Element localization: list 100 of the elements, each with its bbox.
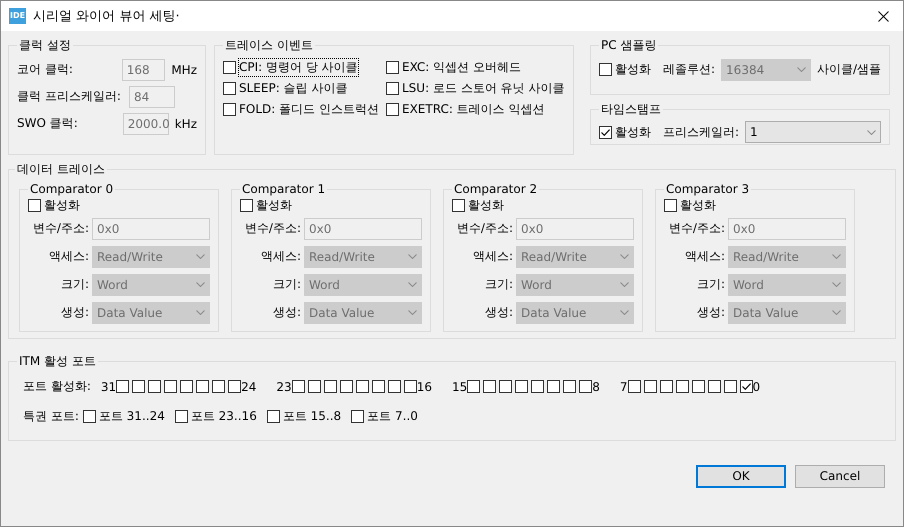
checkbox[interactable] bbox=[628, 380, 641, 393]
checkbox[interactable] bbox=[180, 380, 194, 393]
checkbox[interactable] bbox=[724, 380, 737, 393]
chevron-down-icon bbox=[408, 254, 417, 259]
checkbox[interactable] bbox=[228, 380, 242, 393]
checkbox[interactable] bbox=[351, 410, 364, 423]
group-title: PC 샘플링 bbox=[600, 37, 658, 54]
checkbox[interactable] bbox=[308, 380, 321, 393]
checkbox[interactable] bbox=[340, 380, 353, 393]
checkbox[interactable] bbox=[164, 380, 178, 393]
checkbox[interactable] bbox=[664, 198, 677, 212]
chevron-down-icon bbox=[620, 282, 629, 287]
chevron-down-icon bbox=[832, 282, 841, 287]
checkbox-label: EXC: 익셉션 오버헤드 bbox=[402, 58, 521, 76]
checkbox[interactable] bbox=[324, 380, 337, 393]
checkbox[interactable] bbox=[386, 82, 399, 94]
checkbox-label: 활성화 bbox=[680, 196, 716, 214]
field-label: 생성: bbox=[272, 304, 301, 321]
unit-label: 사이클/샘플 bbox=[816, 61, 881, 78]
checkbox[interactable] bbox=[386, 102, 399, 116]
checkbox[interactable] bbox=[28, 198, 41, 212]
close-icon[interactable] bbox=[878, 10, 889, 22]
field-label: 포트 활성화: bbox=[23, 378, 91, 395]
checkbox[interactable] bbox=[452, 198, 465, 212]
bit-number: 15 bbox=[452, 380, 468, 394]
field-label: 변수/주소: bbox=[456, 220, 513, 237]
checkbox-label: 포트 31..24 bbox=[98, 408, 165, 425]
checkbox[interactable] bbox=[515, 380, 528, 393]
checkbox[interactable] bbox=[116, 380, 130, 393]
checkbox[interactable] bbox=[196, 380, 210, 393]
checkbox[interactable] bbox=[579, 380, 592, 393]
checkbox[interactable] bbox=[563, 380, 576, 393]
checkbox[interactable] bbox=[547, 380, 560, 393]
checkbox[interactable] bbox=[212, 380, 226, 393]
group-title: 타임스탬프 bbox=[600, 101, 662, 118]
chevron-down-icon bbox=[620, 254, 629, 259]
checkbox[interactable] bbox=[467, 380, 480, 393]
app-logo: IDE bbox=[9, 8, 26, 24]
checkbox[interactable] bbox=[240, 198, 253, 212]
checkbox[interactable] bbox=[148, 380, 162, 393]
field-label: 레졸루션: bbox=[663, 61, 716, 78]
group-title: 트레이스 이벤트 bbox=[224, 37, 314, 54]
group-title: 클럭 설정 bbox=[18, 37, 72, 54]
checkbox[interactable] bbox=[356, 380, 369, 393]
chevron-down-icon bbox=[196, 282, 205, 287]
checkbox[interactable] bbox=[223, 102, 236, 116]
checkbox[interactable] bbox=[676, 380, 689, 393]
window-title: 시리얼 와이어 뷰어 세팅· bbox=[33, 8, 181, 25]
unit-label: MHz bbox=[171, 62, 197, 76]
checkbox-label: 활성화 bbox=[256, 196, 292, 214]
chevron-down-icon bbox=[796, 67, 806, 72]
bit-number: 16 bbox=[416, 380, 432, 394]
bit-number: 0 bbox=[752, 380, 760, 394]
checkbox[interactable] bbox=[174, 410, 188, 423]
group-title: Comparator 1 bbox=[241, 182, 326, 196]
checkbox-label: 포트 7..0 bbox=[367, 408, 418, 425]
checkbox[interactable] bbox=[388, 380, 401, 393]
checkbox-label: FOLD: 폴디드 인스트럭션 bbox=[239, 100, 379, 118]
checkbox[interactable] bbox=[644, 380, 657, 393]
checkbox[interactable] bbox=[692, 380, 705, 393]
checkbox-label: 활성화 bbox=[615, 61, 651, 78]
checkbox[interactable] bbox=[499, 380, 512, 393]
field-label: 특권 포트: bbox=[23, 408, 79, 425]
chevron-down-icon bbox=[832, 254, 841, 259]
field-label: 변수/주소: bbox=[32, 220, 89, 237]
checkbox[interactable] bbox=[599, 63, 612, 76]
field-label: 액세스: bbox=[684, 248, 725, 265]
checkbox-label: CPI: 명령어 당 사이클 bbox=[239, 58, 358, 76]
checkbox[interactable] bbox=[132, 380, 146, 393]
checkbox[interactable] bbox=[404, 380, 417, 393]
checkbox[interactable] bbox=[740, 380, 753, 393]
checkbox[interactable] bbox=[82, 410, 96, 423]
bit-number: 8 bbox=[592, 380, 600, 394]
field-label: 생성: bbox=[696, 304, 725, 321]
checkbox[interactable] bbox=[292, 380, 305, 393]
dialog-button[interactable]: OK bbox=[696, 464, 786, 488]
field-label: 크기: bbox=[696, 276, 725, 293]
checkbox[interactable] bbox=[708, 380, 721, 393]
checkbox[interactable] bbox=[223, 82, 236, 94]
chevron-down-icon bbox=[196, 310, 205, 315]
checkbox[interactable] bbox=[266, 410, 280, 423]
checkbox[interactable] bbox=[660, 380, 673, 393]
unit-label: kHz bbox=[174, 116, 197, 130]
bit-number: 24 bbox=[241, 380, 256, 394]
checkbox[interactable] bbox=[599, 126, 612, 138]
checkbox-label: 활성화 bbox=[468, 196, 504, 214]
field-label: 코어 클럭: bbox=[17, 61, 74, 78]
field-label: 액세스: bbox=[260, 248, 301, 265]
checkbox[interactable] bbox=[531, 380, 544, 393]
chevron-down-icon bbox=[408, 310, 417, 315]
checkmark-icon bbox=[740, 381, 752, 392]
checkbox[interactable] bbox=[386, 60, 399, 74]
checkbox-label: 포트 15..8 bbox=[282, 408, 342, 425]
checkbox[interactable] bbox=[372, 380, 385, 393]
bit-number: 31 bbox=[100, 380, 116, 394]
checkbox[interactable] bbox=[223, 60, 236, 74]
checkbox[interactable] bbox=[483, 380, 496, 393]
dropdown[interactable]: 1 bbox=[745, 121, 881, 143]
field-label: SWO 클럭: bbox=[17, 115, 79, 132]
dialog-button[interactable]: Cancel bbox=[795, 464, 885, 488]
